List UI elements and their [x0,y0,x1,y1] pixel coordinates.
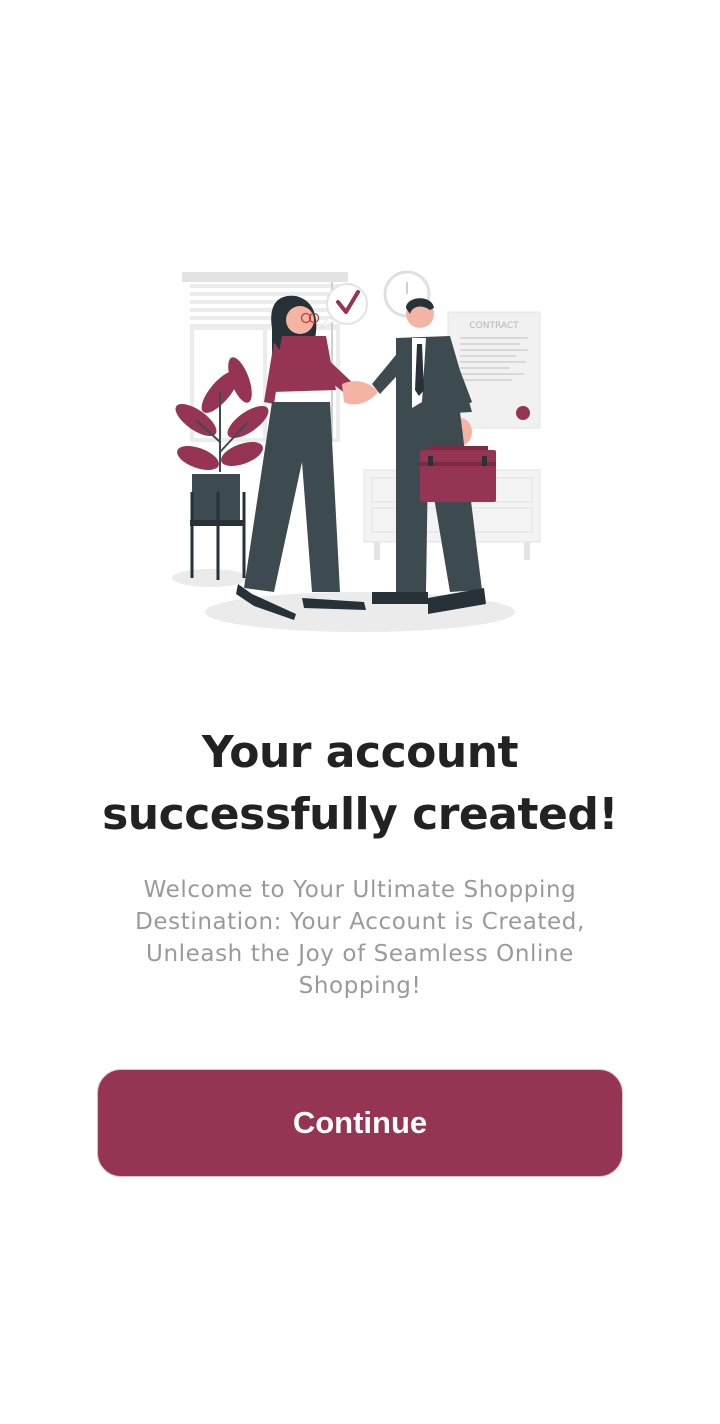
contract-label: CONTRACT [469,321,519,331]
success-illustration: CONTRACT [160,262,560,642]
page-title: Your account successfully created! [102,727,618,840]
welcome-message: Welcome to Your Ultimate Shopping Destin… [135,877,585,999]
continue-button-label: Continue [292,1105,428,1140]
handshake-illustration: CONTRACT [172,270,541,632]
continue-button[interactable]: Continue [97,1069,623,1177]
